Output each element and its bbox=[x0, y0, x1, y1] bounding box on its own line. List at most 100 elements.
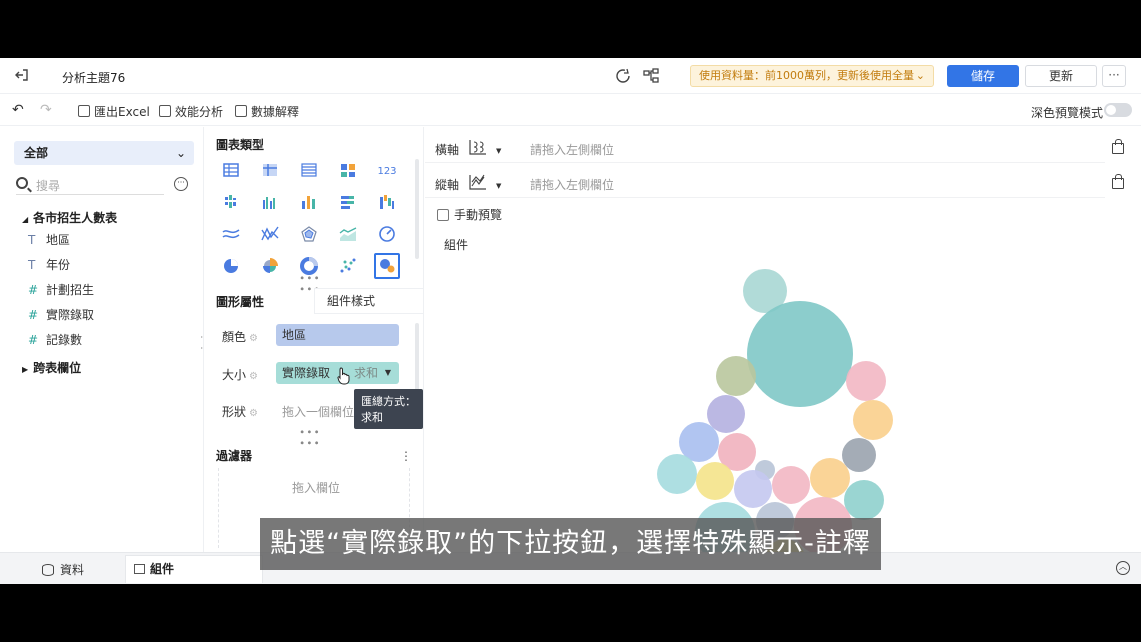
area-icon[interactable] bbox=[218, 221, 244, 247]
number-type-icon: # bbox=[28, 333, 39, 347]
exit-icon[interactable] bbox=[14, 67, 30, 83]
search-input[interactable]: 搜尋 bbox=[16, 175, 164, 195]
column-icon[interactable] bbox=[296, 189, 322, 215]
bubble[interactable] bbox=[734, 470, 772, 508]
database-icon bbox=[42, 564, 54, 576]
performance-analysis-button[interactable]: 效能分析 bbox=[159, 103, 223, 120]
undo-icon[interactable]: ↶ bbox=[12, 102, 24, 118]
color-field-pill[interactable]: 地區 bbox=[276, 324, 399, 346]
svg-text:123: 123 bbox=[377, 166, 396, 177]
filter-more-icon[interactable]: ⋮ bbox=[400, 449, 412, 463]
field-item[interactable]: # 實際錄取 bbox=[28, 306, 94, 323]
export-label: 匯出Excel bbox=[94, 105, 150, 119]
tab-component-style[interactable]: 組件樣式 bbox=[314, 288, 424, 314]
table-icon[interactable] bbox=[218, 157, 244, 183]
performance-icon bbox=[159, 105, 171, 117]
bubble[interactable] bbox=[853, 400, 893, 440]
stacked-bar-icon[interactable] bbox=[335, 189, 361, 215]
radar-icon[interactable] bbox=[296, 221, 322, 247]
tab-component-label: 組件 bbox=[150, 562, 175, 576]
bubble[interactable] bbox=[716, 356, 756, 396]
video-subtitle: 點選“實際錄取”的下拉按鈕，選擇特殊顯示-註釋 bbox=[260, 518, 881, 570]
color-attribute-label[interactable]: 顏色 ⚙ bbox=[222, 328, 258, 345]
shape-attributes-title: 圖形屬性 bbox=[216, 295, 265, 309]
cross-table-icon[interactable] bbox=[257, 157, 283, 183]
text-type-icon: T bbox=[28, 233, 36, 247]
redo-icon[interactable]: ↷ bbox=[40, 102, 52, 118]
filter-title: 過濾器 bbox=[216, 449, 253, 463]
number-type-icon: # bbox=[28, 308, 39, 322]
bubble[interactable] bbox=[747, 301, 853, 407]
bubble[interactable] bbox=[810, 458, 850, 498]
cross-table-node[interactable]: ▶ 跨表欄位 bbox=[22, 359, 81, 376]
dataset-select[interactable]: 全部 ⌄ bbox=[14, 141, 194, 165]
filter-drop-zone[interactable]: 拖入欄位 bbox=[292, 479, 340, 496]
dark-mode-toggle[interactable] bbox=[1104, 103, 1132, 117]
data-limit-notice[interactable]: 使用資料量：前1000萬列，更新後使用全量 ⌄ bbox=[690, 65, 934, 87]
aggregation-label: 求和 bbox=[354, 366, 379, 380]
perf-label: 效能分析 bbox=[175, 105, 224, 119]
export-excel-button[interactable]: 匯出Excel bbox=[78, 103, 150, 120]
field-label: 計劃招生 bbox=[46, 283, 95, 297]
line-icon[interactable] bbox=[257, 221, 283, 247]
gear-icon: ⚙ bbox=[249, 371, 258, 382]
hand-cursor-icon bbox=[337, 367, 350, 385]
gauge-icon[interactable] bbox=[374, 221, 400, 247]
aggregation-tooltip: 匯總方式：求和 bbox=[354, 389, 423, 429]
detail-table-icon[interactable] bbox=[296, 157, 322, 183]
bubble-chart[interactable] bbox=[425, 127, 1141, 552]
bubble[interactable] bbox=[657, 454, 697, 494]
toolbar: ↶ ↷ 匯出Excel 效能分析 數據解釋 深色預覽模式 bbox=[0, 94, 1141, 126]
expand-triangle-icon: ◢ bbox=[22, 215, 29, 224]
bubble[interactable] bbox=[696, 462, 734, 500]
tab-data-label: 資料 bbox=[60, 563, 85, 577]
grouped-bar-icon[interactable] bbox=[218, 189, 244, 215]
shape-drop-zone[interactable]: 拖入一個欄位 bbox=[282, 403, 354, 420]
scatter-icon[interactable] bbox=[335, 253, 361, 279]
more-options-icon[interactable]: ··· bbox=[174, 177, 188, 191]
config-panel: 圖表類型 123 ∙∙∙ ∙∙∙ 圖形屬性 組件樣式 顏色 ⚙ 地區 大小 ⚙ 實際錄… bbox=[204, 127, 424, 552]
tab-component[interactable]: 組件 bbox=[125, 555, 263, 583]
dropdown-caret-icon[interactable]: ▼ bbox=[385, 362, 391, 384]
chart-type-scrollbar[interactable] bbox=[415, 159, 419, 259]
data-explain-button[interactable]: 數據解釋 bbox=[235, 103, 299, 120]
tab-data[interactable]: 資料 bbox=[42, 561, 84, 578]
field-item[interactable]: # 記錄數 bbox=[28, 331, 82, 348]
table-node[interactable]: ◢ 各市招生人數表 bbox=[22, 209, 117, 226]
bubble[interactable] bbox=[707, 395, 745, 433]
collapse-up-icon[interactable]: ︿ bbox=[1116, 561, 1130, 575]
more-button[interactable]: ··· bbox=[1102, 65, 1126, 87]
gear-icon: ⚙ bbox=[249, 408, 258, 419]
bubble-icon[interactable] bbox=[374, 253, 400, 279]
field-label: 年份 bbox=[46, 258, 71, 272]
bubble[interactable] bbox=[772, 466, 810, 504]
area-line-icon[interactable] bbox=[335, 221, 361, 247]
bubble[interactable] bbox=[842, 438, 876, 472]
field-item[interactable]: T 地區 bbox=[28, 231, 70, 248]
rose-icon[interactable] bbox=[257, 253, 283, 279]
search-icon bbox=[16, 177, 28, 189]
waterfall-icon[interactable] bbox=[374, 189, 400, 215]
number-type-icon: # bbox=[28, 283, 39, 297]
combo-icon[interactable] bbox=[335, 157, 361, 183]
field-item[interactable]: # 計劃招生 bbox=[28, 281, 94, 298]
bar-icon[interactable] bbox=[257, 189, 283, 215]
chart-canvas: 橫軸 ▼ 請拖入左側欄位 縱軸 ▼ 請拖入左側欄位 手動預覽 組件 bbox=[425, 127, 1141, 552]
field-label: 記錄數 bbox=[46, 333, 83, 347]
bubble[interactable] bbox=[846, 361, 886, 401]
notice-text: 使用資料量：前1000萬列，更新後使用全量 bbox=[699, 69, 914, 82]
size-attribute-label[interactable]: 大小 ⚙ bbox=[222, 366, 258, 383]
shape-attribute-label[interactable]: 形狀 ⚙ bbox=[222, 403, 258, 420]
field-label: 地區 bbox=[46, 233, 71, 247]
section-resize-handle[interactable]: ∙∙∙ ∙∙∙ bbox=[299, 427, 321, 449]
kpi-icon[interactable]: 123 bbox=[374, 157, 400, 183]
data-flow-icon[interactable] bbox=[642, 67, 660, 85]
field-item[interactable]: T 年份 bbox=[28, 256, 70, 273]
search-placeholder: 搜尋 bbox=[36, 179, 61, 193]
pie-icon[interactable] bbox=[218, 253, 244, 279]
update-button[interactable]: 更新 bbox=[1025, 65, 1097, 87]
bubble[interactable] bbox=[844, 480, 884, 520]
refresh-icon[interactable] bbox=[614, 67, 632, 85]
field-panel: 全部 ⌄ 搜尋 ··· ◢ 各市招生人數表 T 地區 T 年份 # 計劃招生 # 實際錄取… bbox=[0, 127, 204, 552]
save-button[interactable]: 儲存 bbox=[947, 65, 1019, 87]
